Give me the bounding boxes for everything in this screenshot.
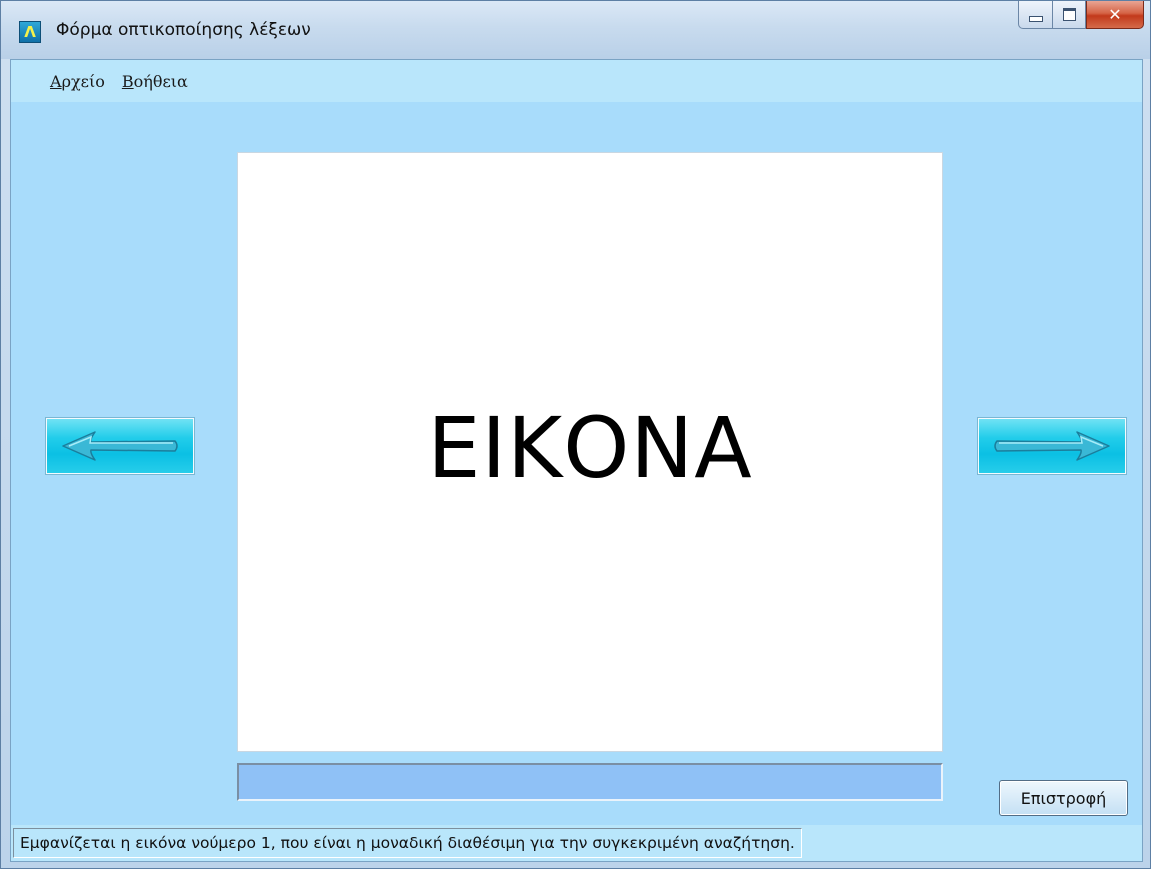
app-icon[interactable]: Λ <box>19 21 41 43</box>
close-icon: ✕ <box>1108 5 1122 24</box>
menu-help-accelerator: Β <box>121 71 134 91</box>
close-button[interactable]: ✕ <box>1086 1 1144 29</box>
minimize-icon <box>1028 15 1043 22</box>
maximize-icon <box>1062 8 1076 21</box>
menu-help[interactable]: Βοήθεια <box>122 72 205 91</box>
title-bar[interactable]: Λ Φόρμα οπτικοποίησης λέξεων ✕ <box>1 1 1150 59</box>
previous-image-button[interactable] <box>46 418 194 474</box>
app-window: Λ Φόρμα οπτικοποίησης λέξεων ✕ Αρχείο Βο… <box>0 0 1151 869</box>
menu-bar: Αρχείο Βοήθεια <box>11 60 1142 102</box>
minimize-button[interactable] <box>1018 1 1052 29</box>
status-bar: Εμφανίζεται η εικόνα νούμερο 1, που είνα… <box>11 825 1142 861</box>
right-arrow-icon <box>994 431 1110 461</box>
status-text: Εμφανίζεται η εικόνα νούμερο 1, που είνα… <box>13 828 802 858</box>
image-display: ΕΙΚΟΝΑ <box>237 152 943 752</box>
image-placeholder-text: ΕΙΚΟΝΑ <box>427 399 753 497</box>
menu-file-label: ρχείο <box>61 71 105 91</box>
client-area: Αρχείο Βοήθεια ΕΙΚΟΝΑ Επιστροφή Εμφανίζε <box>10 59 1143 862</box>
left-arrow-icon <box>62 431 178 461</box>
next-image-button[interactable] <box>978 418 1126 474</box>
menu-file[interactable]: Αρχείο <box>50 72 122 91</box>
window-title: Φόρμα οπτικοποίησης λέξεων <box>56 20 311 40</box>
window-controls: ✕ <box>1018 1 1144 31</box>
menu-file-accelerator: Α <box>50 71 62 91</box>
menu-help-label: οήθεια <box>133 71 188 91</box>
return-button[interactable]: Επιστροφή <box>999 780 1128 816</box>
maximize-button[interactable] <box>1052 1 1086 29</box>
word-input[interactable] <box>237 763 943 801</box>
